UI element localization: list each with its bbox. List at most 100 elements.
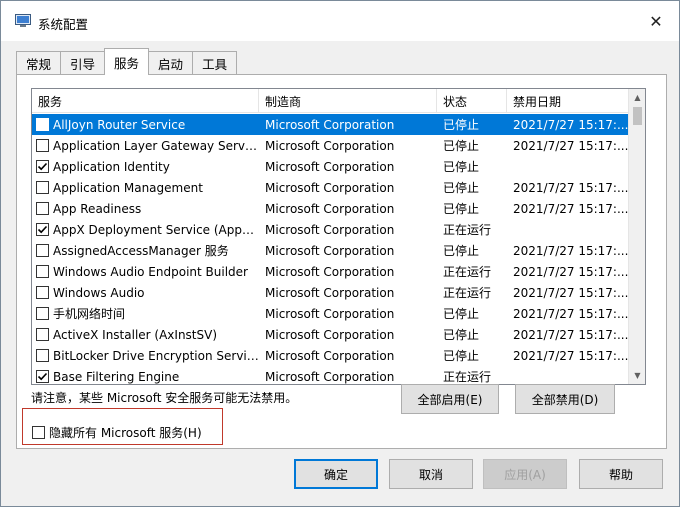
manufacturer-cell: Microsoft Corporation [265,327,395,342]
table-row[interactable]: AppX Deployment Service (AppX... Microsof… [32,219,628,240]
manufacturer-cell: Microsoft Corporation [265,117,395,132]
status-cell: 已停止 [443,307,480,321]
column-header-disabled-date[interactable]: 禁用日期 [507,89,628,113]
manufacturer-cell: Microsoft Corporation [265,369,395,384]
checkbox-icon[interactable] [36,202,49,215]
manufacturer-cell: Microsoft Corporation [265,306,395,321]
disabled-date-cell: 2021/7/27 15:17:... [513,285,628,300]
disabled-date-cell [507,366,628,384]
column-header-service[interactable]: 服务 [32,89,259,113]
checkbox-icon[interactable] [36,307,49,320]
scroll-thumb[interactable] [633,107,642,125]
scroll-down-arrow-icon[interactable]: ▼ [629,367,645,384]
title-bar: 系统配置 ✕ [1,1,679,41]
status-cell: 已停止 [443,244,480,258]
manufacturer-cell: Microsoft Corporation [265,159,395,174]
column-header-status[interactable]: 状态 [437,89,507,113]
service-cell: AssignedAccessManager 服务 [32,240,259,261]
service-cell: Application Management [32,177,259,198]
disabled-date-cell: 2021/7/27 15:17:... [513,117,628,132]
checkbox-checked-icon[interactable] [36,160,49,173]
checkbox-icon[interactable] [36,139,49,152]
checkbox-icon[interactable] [36,328,49,341]
table-row[interactable]: Base Filtering Engine Microsoft Corporati… [32,366,628,384]
service-name: ActiveX Installer (AxInstSV) [53,327,218,342]
tab-0[interactable]: 常规 [16,51,62,75]
hide-ms-services-label: 隐藏所有 Microsoft 服务(H) [49,426,202,440]
table-row[interactable]: 手机网络时间 Microsoft Corporation 已停止 2021/7/27 … [32,303,628,324]
services-panel: 服务 制造商 状态 禁用日期 AllJoyn Router Service Mic… [16,74,667,449]
table-row[interactable]: ActiveX Installer (AxInstSV) Microsoft Co… [32,324,628,345]
service-cell: Windows Audio Endpoint Builder [32,261,259,282]
table-row[interactable]: Application Layer Gateway Service Microso… [32,135,628,156]
status-cell: 正在运行 [443,265,492,279]
manufacturer-cell: Microsoft Corporation [265,222,395,237]
service-cell: ActiveX Installer (AxInstSV) [32,324,259,345]
cancel-button[interactable]: 取消 [389,459,473,489]
table-row[interactable]: Windows Audio Endpoint Builder Microsoft … [32,261,628,282]
status-cell: 已停止 [443,202,480,216]
manufacturer-cell: Microsoft Corporation [265,180,395,195]
service-cell: BitLocker Drive Encryption Service [32,345,259,366]
checkbox-icon[interactable] [32,426,45,439]
table-row[interactable]: BitLocker Drive Encryption Service Micros… [32,345,628,366]
enable-all-button[interactable]: 全部启用(E) [401,384,499,414]
table-row[interactable]: Application Management Microsoft Corporat… [32,177,628,198]
tab-2[interactable]: 服务 [104,48,150,75]
service-cell: App Readiness [32,198,259,219]
table-row[interactable]: AssignedAccessManager 服务 Microsoft Corpor… [32,240,628,261]
disabled-date-cell: 2021/7/27 15:17:... [513,264,628,279]
service-cell: AllJoyn Router Service [32,114,259,135]
disable-all-button[interactable]: 全部禁用(D) [515,384,615,414]
close-button[interactable]: ✕ [633,1,679,41]
manufacturer-cell: Microsoft Corporation [265,243,395,258]
hide-ms-services-checkbox[interactable]: 隐藏所有 Microsoft 服务(H) [32,424,202,441]
checkbox-icon[interactable] [36,118,49,131]
table-row[interactable]: App Readiness Microsoft Corporation 已停止 202… [32,198,628,219]
vertical-scrollbar[interactable]: ▲ ▼ [628,89,645,384]
service-name: 手机网络时间 [53,307,126,321]
checkbox-checked-icon[interactable] [36,370,49,383]
table-row[interactable]: Windows Audio Microsoft Corporation 正在运行 20… [32,282,628,303]
tab-4[interactable]: 工具 [192,51,238,75]
apply-button[interactable]: 应用(A) [483,459,567,489]
checkbox-icon[interactable] [36,181,49,194]
disabled-date-cell: 2021/7/27 15:17:... [513,327,628,342]
status-cell: 正在运行 [443,370,492,384]
service-cell: AppX Deployment Service (AppX... [32,219,259,240]
status-cell: 已停止 [443,349,480,363]
tab-strip: 常规 引导 服务 启动 工具 [16,48,238,75]
service-name: BitLocker Drive Encryption Service [53,348,259,363]
service-name: Application Identity [53,159,170,174]
service-cell: Base Filtering Engine [32,366,259,384]
checkbox-icon[interactable] [36,265,49,278]
manufacturer-cell: Microsoft Corporation [265,264,395,279]
status-cell: 已停止 [443,139,480,153]
service-cell: Application Layer Gateway Service [32,135,259,156]
service-name: Application Management [53,180,203,195]
ok-button[interactable]: 确定 [294,459,378,489]
services-list[interactable]: 服务 制造商 状态 禁用日期 AllJoyn Router Service Mic… [31,88,646,385]
status-cell: 正在运行 [443,223,492,237]
status-cell: 已停止 [443,181,480,195]
service-name: Application Layer Gateway Service [53,138,259,153]
service-name: Base Filtering Engine [53,369,180,384]
checkbox-icon[interactable] [36,244,49,257]
disabled-date-cell: 2021/7/27 15:17:... [513,138,628,153]
tab-3[interactable]: 启动 [148,51,194,75]
disabled-date-cell [507,219,628,240]
checkbox-icon[interactable] [36,349,49,362]
scroll-up-arrow-icon[interactable]: ▲ [629,89,645,106]
service-name: App Readiness [53,201,142,216]
column-header-manufacturer[interactable]: 制造商 [259,89,437,113]
table-row[interactable]: AllJoyn Router Service Microsoft Corporat… [32,114,628,135]
disabled-date-cell [507,156,628,177]
table-row[interactable]: Application Identity Microsoft Corporatio… [32,156,628,177]
checkbox-checked-icon[interactable] [36,223,49,236]
help-button[interactable]: 帮助 [579,459,663,489]
list-header: 服务 制造商 状态 禁用日期 [32,89,628,113]
checkbox-icon[interactable] [36,286,49,299]
tab-1[interactable]: 引导 [60,51,106,75]
hide-ms-highlight-box: 隐藏所有 Microsoft 服务(H) [22,408,223,445]
service-cell: Application Identity [32,156,259,177]
